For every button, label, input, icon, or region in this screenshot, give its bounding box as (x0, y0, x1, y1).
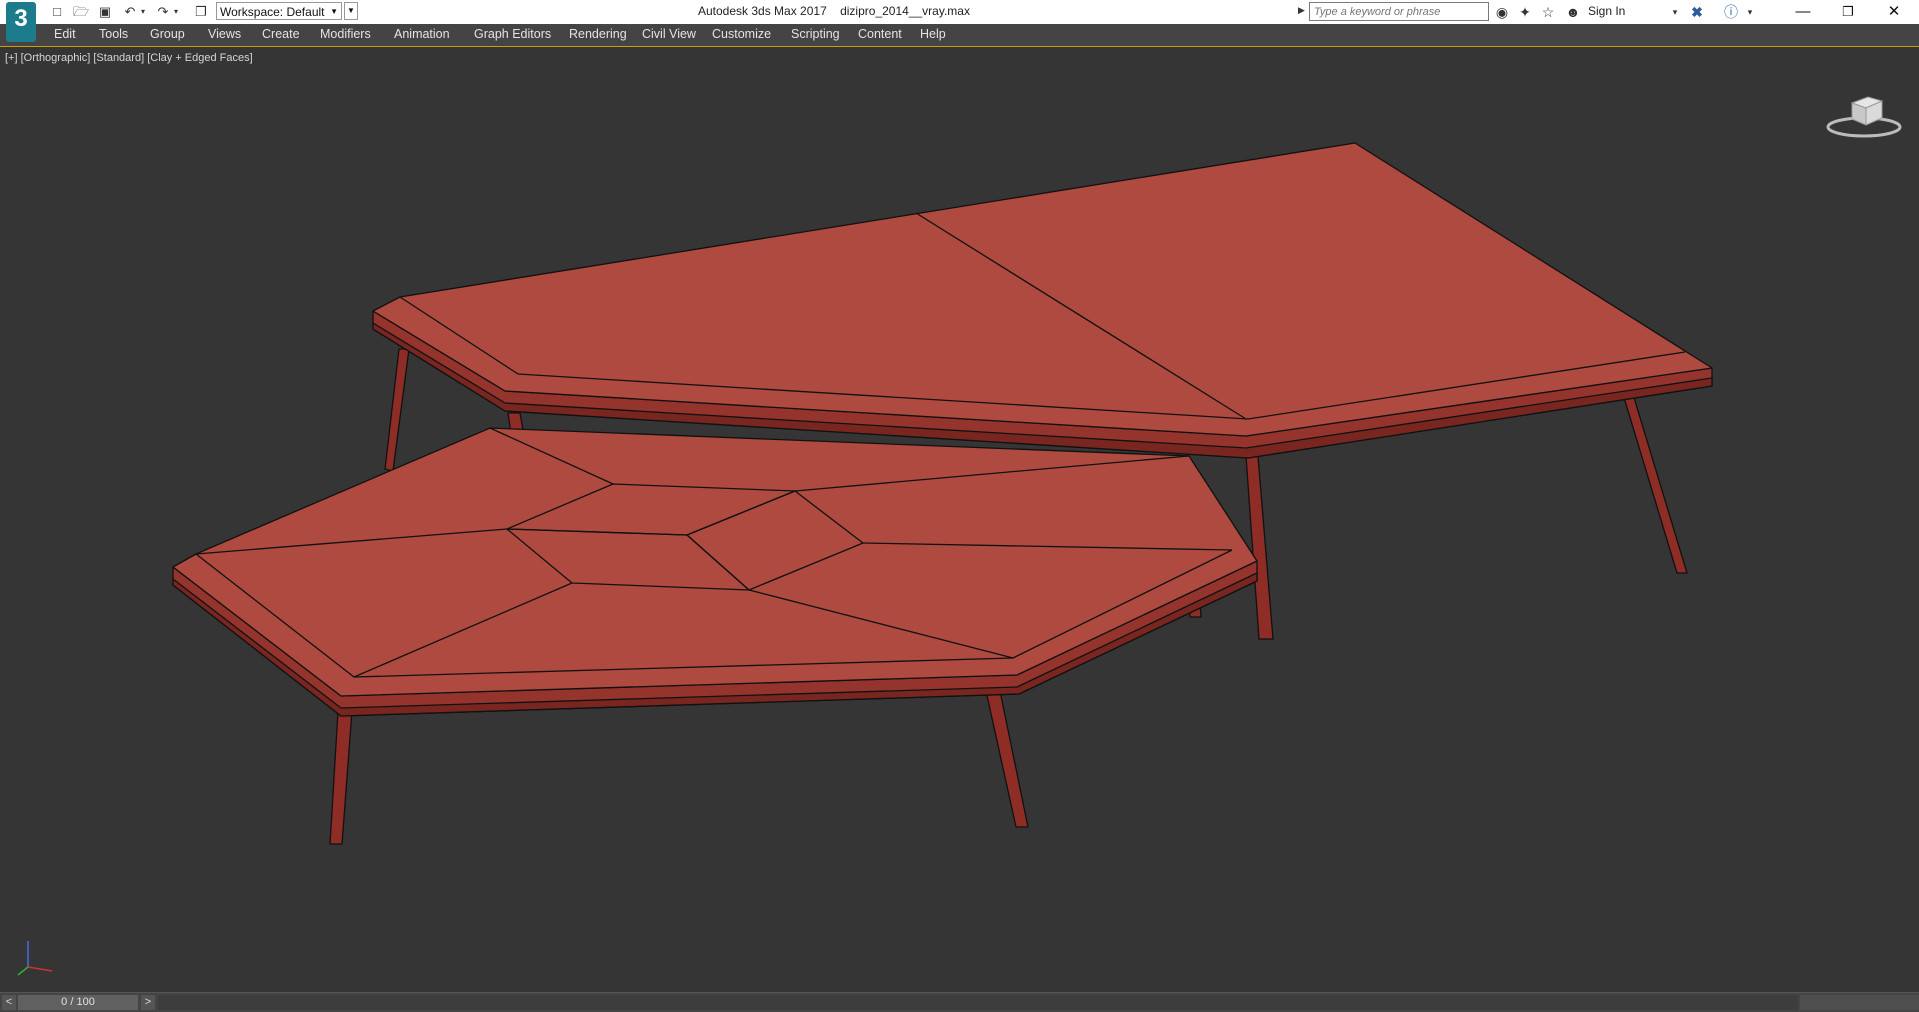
undo-dropdown-icon[interactable]: ▾ (138, 3, 148, 21)
timeline-next-button[interactable]: > (141, 995, 155, 1010)
workspace-menu-button[interactable]: ▼ (344, 2, 358, 20)
back-table-leg (1621, 390, 1688, 574)
back-table-leg (384, 348, 410, 472)
front-table-leg (329, 710, 353, 845)
redo-icon[interactable]: ↷ (154, 3, 172, 21)
new-file-icon[interactable]: □ (48, 3, 66, 21)
menu-content[interactable]: Content (858, 27, 902, 41)
help-icon[interactable]: ⓘ (1721, 2, 1741, 22)
timeline-bar: < 0 / 100 > (0, 993, 1919, 1012)
menu-scripting[interactable]: Scripting (791, 27, 840, 41)
menu-customize[interactable]: Customize (712, 27, 771, 41)
workspace-label: Workspace: Default (220, 5, 325, 19)
menu-edit[interactable]: Edit (54, 27, 76, 41)
back-table-top (372, 142, 1713, 437)
title-bar: 3 □ 🗁 ▣ ↶ ▾ ↷ ▾ ❐ Workspace: Default ▼ ▼… (0, 0, 1919, 42)
timeline-scroll-end[interactable] (1800, 995, 1919, 1010)
menu-views[interactable]: Views (208, 27, 241, 41)
menu-create[interactable]: Create (262, 27, 300, 41)
menu-graph-editors[interactable]: Graph Editors (474, 27, 551, 41)
menu-modifiers[interactable]: Modifiers (320, 27, 371, 41)
sign-in-button[interactable]: Sign In (1588, 4, 1625, 18)
redo-dropdown-icon[interactable]: ▾ (171, 3, 181, 21)
table-model[interactable] (0, 47, 1919, 994)
menu-help[interactable]: Help (920, 27, 946, 41)
app-title: Autodesk 3ds Max 2017 (698, 4, 827, 18)
search-input[interactable] (1309, 2, 1489, 21)
menu-animation[interactable]: Animation (394, 27, 450, 41)
help-dropdown-icon[interactable]: ▾ (1740, 2, 1760, 22)
project-folder-icon[interactable]: ❐ (192, 3, 210, 21)
file-name: dizipro_2014__vray.max (840, 4, 970, 18)
back-table-leg (1245, 455, 1274, 640)
chevron-down-icon: ▼ (330, 7, 338, 16)
save-icon[interactable]: ▣ (96, 3, 114, 21)
binoculars-icon[interactable]: ◉ (1492, 2, 1512, 22)
open-file-icon[interactable]: 🗁 (72, 3, 90, 21)
viewcube-icon[interactable] (1824, 81, 1904, 141)
menu-civil-view[interactable]: Civil View (642, 27, 696, 41)
close-button[interactable]: ✕ (1872, 0, 1916, 24)
undo-icon[interactable]: ↶ (121, 3, 139, 21)
workspace-dropdown[interactable]: Workspace: Default ▼ (216, 2, 342, 20)
window-title: Autodesk 3ds Max 2017 dizipro_2014__vray… (698, 4, 970, 18)
minimize-button[interactable]: — (1781, 0, 1825, 24)
exchange-icon[interactable]: ✖ (1687, 2, 1707, 22)
menu-rendering[interactable]: Rendering (569, 27, 627, 41)
menu-bar: Edit Tools Group Views Create Modifiers … (0, 24, 1919, 47)
maximize-button[interactable]: ❐ (1826, 0, 1870, 24)
satellite-icon[interactable]: ✦ (1515, 2, 1535, 22)
menu-tools[interactable]: Tools (99, 27, 128, 41)
app-logo-icon[interactable]: 3 (6, 2, 36, 42)
axis-tripod-icon (17, 941, 53, 976)
menu-group[interactable]: Group (150, 27, 185, 41)
timeline-prev-button[interactable]: < (2, 995, 16, 1010)
search-expand-icon[interactable]: ▶ (1298, 5, 1305, 16)
viewport-perspective[interactable]: [+] [Orthographic] [Standard] [Clay + Ed… (0, 46, 1919, 993)
front-table-leg (985, 690, 1029, 828)
user-icon[interactable]: ☻ (1563, 2, 1583, 22)
time-slider[interactable]: 0 / 100 (18, 995, 138, 1010)
timeline-track[interactable] (158, 995, 1798, 1010)
star-icon[interactable]: ☆ (1538, 2, 1558, 22)
sign-in-dropdown-icon[interactable]: ▾ (1665, 2, 1685, 22)
